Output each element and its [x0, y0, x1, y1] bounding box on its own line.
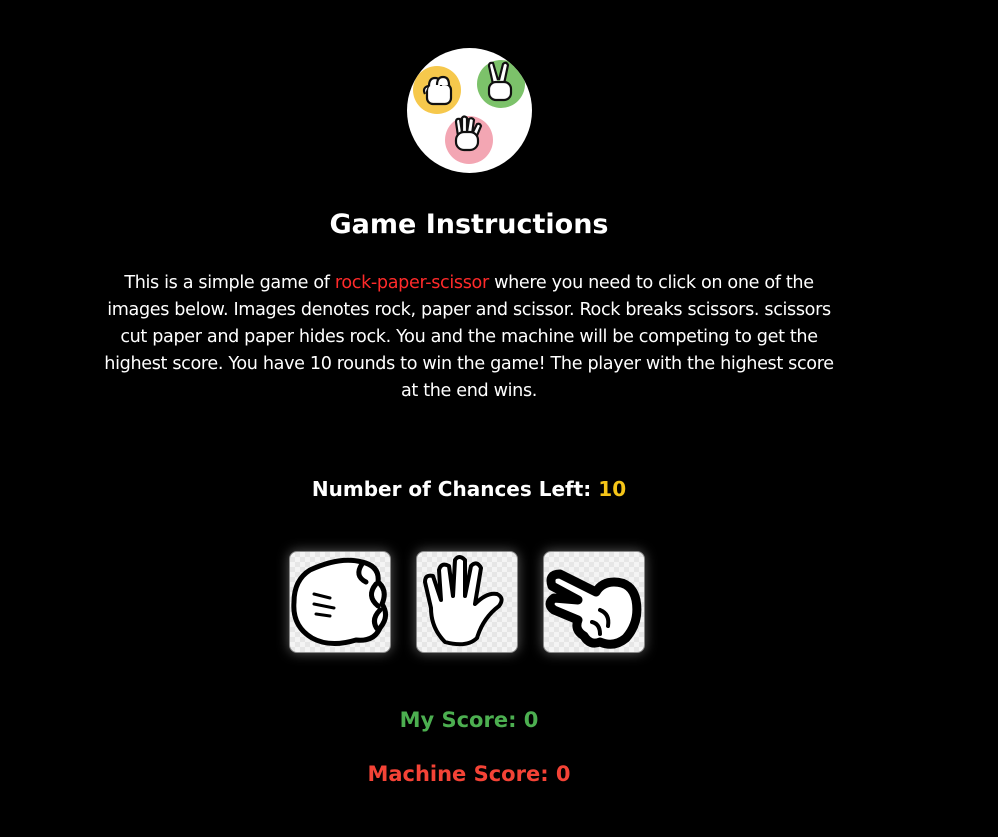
chances-left: Number of Chances Left: 10 [0, 474, 938, 504]
rock-button[interactable] [289, 551, 391, 653]
machine-score-label: Machine Score: [367, 762, 556, 786]
my-score: My Score: 0 [0, 705, 938, 735]
scissors-button[interactable] [543, 551, 645, 653]
scissors-hand-icon [545, 569, 642, 649]
machine-score-value: 0 [555, 762, 571, 786]
choice-buttons [289, 551, 645, 653]
paper-button[interactable] [416, 551, 518, 653]
my-score-label: My Score: [399, 708, 524, 732]
game-page: Game Instructions This is a simple game … [0, 0, 998, 837]
machine-score: Machine Score: 0 [0, 759, 938, 789]
game-instructions-text: This is a simple game of rock-paper-scis… [96, 270, 842, 405]
page-title: Game Instructions [329, 209, 609, 240]
chances-label: Number of Chances Left: [311, 477, 599, 501]
instructions-intro: This is a simple game of [124, 273, 335, 293]
rock-paper-scissors-logo-icon [407, 48, 532, 173]
rock-hand-icon [291, 557, 388, 646]
paper-hand-icon [423, 555, 504, 647]
game-name-highlight: rock-paper-scissor [334, 273, 489, 293]
chances-value: 10 [598, 477, 627, 501]
my-score-value: 0 [523, 708, 539, 732]
